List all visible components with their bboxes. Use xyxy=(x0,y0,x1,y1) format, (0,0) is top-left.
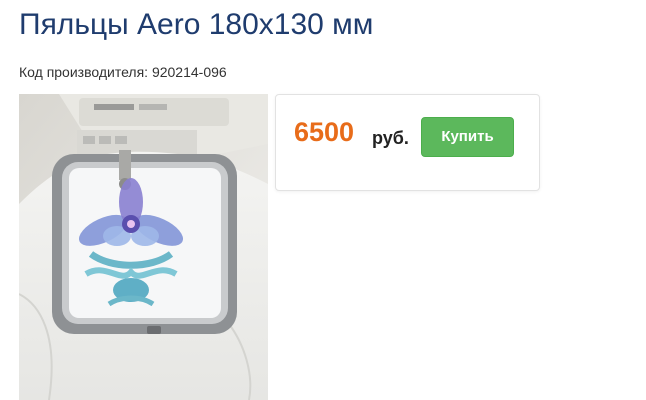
buy-button[interactable]: Купить xyxy=(421,117,514,157)
embroidery-hoop-photo-icon xyxy=(19,94,268,400)
product-image[interactable] xyxy=(19,94,268,400)
price-value: 6500 xyxy=(294,117,355,147)
price-panel: 6500 руб. Купить xyxy=(275,94,540,191)
manufacturer-code: Код производителя: 920214-096 xyxy=(19,62,227,82)
price-currency: руб. xyxy=(372,128,409,148)
product-title: Пяльцы Aero 180x130 мм xyxy=(19,8,374,41)
manufacturer-code-label: Код производителя: xyxy=(19,64,149,80)
manufacturer-code-value: 920214-096 xyxy=(151,64,227,80)
